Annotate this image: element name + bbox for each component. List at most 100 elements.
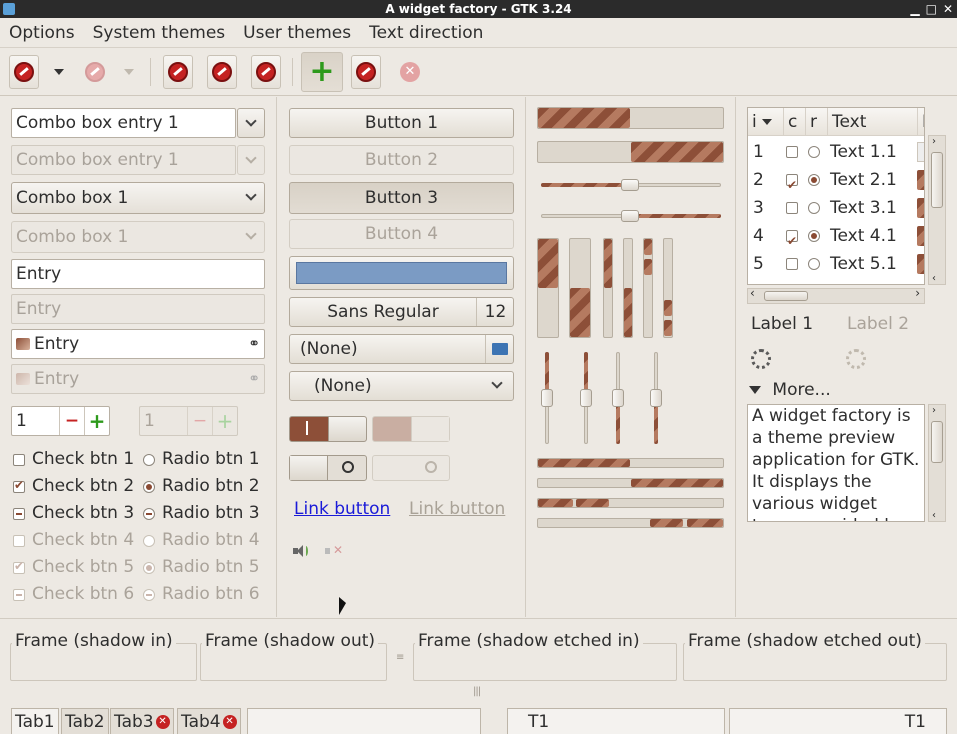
table-row[interactable]: 4 Text 4.1 <box>748 222 924 255</box>
scale-1-knob[interactable] <box>621 179 639 191</box>
bottom-tab-left[interactable]: T1 <box>507 708 725 734</box>
toolbar-button-4[interactable] <box>207 55 237 89</box>
bottom-tab-right[interactable]: T1 <box>729 708 947 734</box>
scroll-up-icon[interactable]: › <box>932 405 936 416</box>
entry[interactable]: Entry <box>11 259 265 289</box>
check-btn-1[interactable] <box>13 454 25 466</box>
spin-button[interactable]: 1 − + <box>11 406 110 436</box>
row-check[interactable] <box>786 171 798 199</box>
maximize-icon[interactable]: □ <box>926 0 937 18</box>
scroll-down-icon[interactable]: ‹ <box>932 273 936 284</box>
vscale-3-knob[interactable] <box>612 389 624 407</box>
row-check[interactable] <box>786 258 798 270</box>
tab-1[interactable]: Tab1 <box>11 708 59 734</box>
combo-box-1[interactable]: Combo box 1 <box>11 182 265 214</box>
close-tab-icon[interactable]: ✕ <box>155 715 170 729</box>
tree-vertical-scrollbar[interactable]: › ‹ <box>928 135 946 285</box>
scrollbar-thumb[interactable] <box>931 152 943 208</box>
row-check[interactable] <box>786 202 798 214</box>
row-radio[interactable] <box>808 202 820 214</box>
toolbar: + ✕ <box>0 48 957 96</box>
find-icon[interactable]: ⚭ <box>248 330 260 358</box>
menu-system-themes[interactable]: System themes <box>84 23 235 43</box>
clear-icon[interactable] <box>16 338 30 350</box>
plus-icon[interactable]: + <box>84 407 109 435</box>
horizontal-separator <box>0 618 957 619</box>
tree-horizontal-scrollbar[interactable]: ‹ › <box>747 286 925 304</box>
radio-btn-3[interactable] <box>143 508 155 520</box>
column-header-text[interactable]: Text <box>828 108 918 136</box>
column-header-p[interactable]: P <box>918 108 924 136</box>
file-chooser-button[interactable]: (None) <box>289 334 514 364</box>
button-1[interactable]: Button 1 <box>289 108 514 138</box>
row-check[interactable] <box>786 146 798 158</box>
font-name: Sans Regular <box>327 302 439 322</box>
column-header-r[interactable]: r <box>806 108 828 136</box>
check-btn-3[interactable] <box>13 508 25 520</box>
column-header-c[interactable]: c <box>784 108 806 136</box>
link-button[interactable]: Link button <box>294 499 390 519</box>
tab-3[interactable]: Tab3 ✕ <box>110 708 174 734</box>
scroll-up-icon[interactable]: › <box>932 136 936 147</box>
vscale-4-knob[interactable] <box>650 389 662 407</box>
font-button[interactable]: Sans Regular 12 <box>289 297 514 327</box>
vscale-1-knob[interactable] <box>541 389 553 407</box>
row-radio[interactable] <box>808 146 820 158</box>
scroll-down-icon[interactable]: ‹ <box>932 510 936 521</box>
vscale-2-knob[interactable] <box>580 389 592 407</box>
radio-btn-2[interactable] <box>143 481 155 493</box>
pane-handle-icon[interactable]: ||| <box>473 686 481 697</box>
entry-with-icons[interactable]: Entry ⚭ <box>11 329 265 359</box>
column-header-i[interactable]: i <box>748 108 784 136</box>
close-window-icon[interactable]: ✕ <box>943 0 953 18</box>
pane-handle-icon[interactable]: ≡ <box>396 652 404 663</box>
toolbar-button-3[interactable] <box>163 55 193 89</box>
notebook-page <box>247 708 481 734</box>
textview-vertical-scrollbar[interactable]: › ‹ <box>928 404 946 522</box>
row-check[interactable] <box>786 227 798 255</box>
scroll-right-icon[interactable]: › <box>915 286 920 300</box>
color-button[interactable] <box>289 256 514 290</box>
vprogress-6-fill-b <box>664 320 672 336</box>
scroll-left-icon[interactable]: ‹ <box>750 286 755 300</box>
combo-entry-1-dropdown[interactable] <box>237 108 265 138</box>
tab-4[interactable]: Tab4 ✕ <box>177 708 241 734</box>
switch-on[interactable] <box>289 416 367 442</box>
radio-btn-3-label: Radio btn 3 <box>162 503 260 523</box>
expander[interactable]: More... <box>749 380 831 400</box>
app-chooser-combo[interactable]: (None) <box>289 371 514 401</box>
scrollbar-thumb[interactable] <box>931 421 943 463</box>
row-radio[interactable] <box>808 174 820 186</box>
table-row[interactable]: 5 Text 5.1 <box>748 250 924 278</box>
toolbar-add-toggle[interactable]: + <box>301 52 343 92</box>
row-radio[interactable] <box>808 230 820 242</box>
close-tab-icon[interactable]: ✕ <box>222 715 237 729</box>
combo-entry-1[interactable]: Combo box entry 1 <box>11 108 236 138</box>
menu-user-themes[interactable]: User themes <box>234 23 360 43</box>
check-btn-2[interactable] <box>13 478 25 493</box>
toolbar-button-5[interactable] <box>251 55 281 89</box>
text-view[interactable]: A widget factory is a theme preview appl… <box>747 404 925 522</box>
menu-options[interactable]: Options <box>0 23 84 43</box>
minimize-icon[interactable]: ▁ <box>910 0 919 18</box>
row-radio[interactable] <box>808 258 820 270</box>
menu-text-direction[interactable]: Text direction <box>360 23 492 43</box>
toolbar-button-6[interactable] <box>351 55 381 89</box>
radio-btn-1[interactable] <box>143 454 155 466</box>
toolbar-menu-arrow-1[interactable] <box>44 55 74 89</box>
scale-2-knob[interactable] <box>621 210 639 222</box>
tab-2[interactable]: Tab2 <box>61 708 109 734</box>
spin-value[interactable]: 1 <box>12 407 59 435</box>
tree-view[interactable]: i c r Text P 1 Text 1.1 2 Text 2.1 3 Tex… <box>747 107 925 285</box>
switch-off[interactable] <box>289 455 367 481</box>
button-3[interactable]: Button 3 <box>289 182 514 214</box>
scrollbar-thumb[interactable] <box>764 291 808 301</box>
minus-icon[interactable]: − <box>59 407 84 435</box>
table-row[interactable]: 3 Text 3.1 <box>748 194 924 222</box>
toolbar-button-1[interactable] <box>9 55 39 89</box>
toolbar-button-2 <box>80 55 110 89</box>
table-row[interactable]: 1 Text 1.1 <box>748 138 924 166</box>
scale-1-fill <box>541 183 629 187</box>
table-row[interactable]: 2 Text 2.1 <box>748 166 924 199</box>
volume-icon[interactable] <box>293 544 308 558</box>
